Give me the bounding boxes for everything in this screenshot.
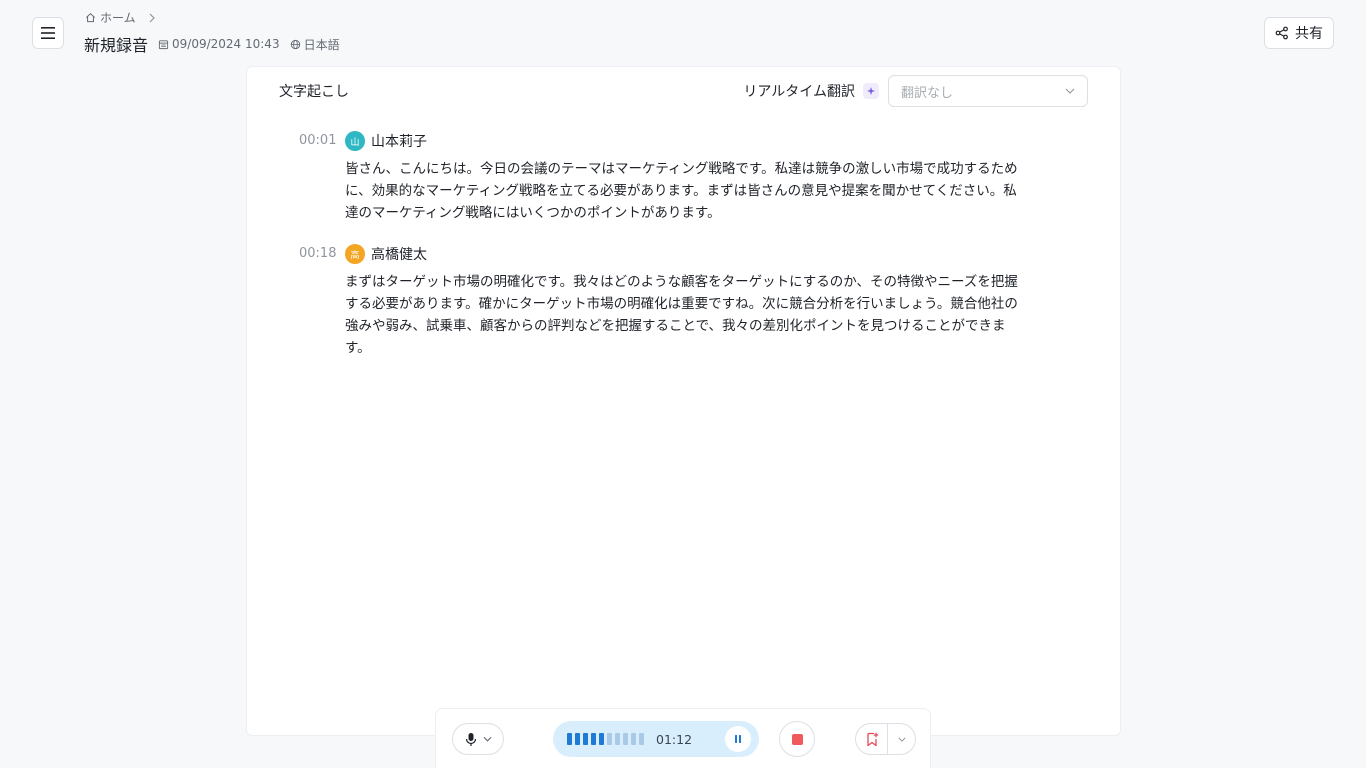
entry-timestamp[interactable]: 00:18 bbox=[299, 242, 345, 359]
bookmark-options-button[interactable] bbox=[888, 724, 915, 754]
level-bar bbox=[591, 733, 596, 745]
level-bar bbox=[599, 733, 604, 745]
add-bookmark-button[interactable] bbox=[856, 724, 888, 754]
speaker-avatar: 山 bbox=[345, 131, 365, 151]
bookmark-add-icon bbox=[866, 732, 878, 746]
level-bar bbox=[623, 733, 628, 745]
translation-select-value: 翻訳なし bbox=[901, 85, 954, 101]
pause-button[interactable] bbox=[725, 726, 751, 752]
ai-sparkle-icon bbox=[863, 83, 879, 99]
share-button[interactable]: 共有 bbox=[1264, 17, 1334, 49]
calendar-icon bbox=[158, 39, 169, 49]
recording-timer: 01:12 bbox=[656, 731, 693, 747]
level-bar bbox=[567, 733, 572, 745]
chevron-right-icon bbox=[149, 13, 155, 22]
home-icon bbox=[86, 12, 95, 23]
transcript-title: 文字起こし bbox=[279, 84, 349, 100]
speaker-name: 山本莉子 bbox=[371, 134, 427, 150]
level-bar bbox=[583, 733, 588, 745]
level-bar bbox=[575, 733, 580, 745]
recorder-controls: 01:12 bbox=[435, 708, 931, 768]
realtime-translation-label: リアルタイム翻訳 bbox=[743, 84, 855, 100]
recording-language-text: 日本語 bbox=[303, 37, 340, 52]
transcript-header: 文字起こし リアルタイム翻訳 翻訳なし bbox=[279, 75, 1088, 107]
transcript-panel: 文字起こし リアルタイム翻訳 翻訳なし 00:01 山 山本莉子 皆さん、こんに… bbox=[246, 66, 1121, 736]
stop-recording-button[interactable] bbox=[779, 721, 815, 757]
stop-icon bbox=[791, 733, 803, 745]
recording-language: 日本語 bbox=[290, 36, 340, 53]
globe-icon bbox=[290, 39, 300, 49]
breadcrumb: ホーム bbox=[85, 9, 156, 26]
bookmark-group bbox=[855, 723, 916, 755]
chevron-down-icon bbox=[1065, 88, 1075, 94]
recording-date: 09/09/2024 10:43 bbox=[158, 37, 280, 51]
hamburger-icon bbox=[41, 27, 55, 39]
level-bar bbox=[615, 733, 620, 745]
share-icon bbox=[1275, 26, 1288, 40]
page-title: 新規録音 bbox=[84, 36, 149, 55]
transcript-entry: 00:01 山 山本莉子 皆さん、こんにちは。今日の会議のテーマはマーケティング… bbox=[299, 129, 1019, 224]
transcript-list: 00:01 山 山本莉子 皆さん、こんにちは。今日の会議のテーマはマーケティング… bbox=[299, 129, 1019, 377]
share-label: 共有 bbox=[1295, 26, 1323, 42]
recording-date-text: 09/09/2024 10:43 bbox=[172, 37, 280, 51]
breadcrumb-home-link[interactable]: ホーム bbox=[100, 9, 136, 26]
recording-status: 01:12 bbox=[553, 721, 759, 757]
level-bar bbox=[631, 733, 636, 745]
chevron-down-icon bbox=[897, 737, 906, 742]
level-bar bbox=[607, 733, 612, 745]
speaker-avatar: 高 bbox=[345, 244, 365, 264]
translation-language-select[interactable]: 翻訳なし bbox=[888, 75, 1088, 107]
speaker: 山 山本莉子 bbox=[345, 129, 1019, 153]
speaker-name: 高橋健太 bbox=[371, 247, 427, 263]
utterance-text: 皆さん、こんにちは。今日の会議のテーマはマーケティング戦略です。私達は競争の激し… bbox=[345, 161, 1018, 221]
microphone-icon bbox=[465, 732, 476, 746]
entry-timestamp[interactable]: 00:01 bbox=[299, 129, 345, 224]
transcript-entry: 00:18 高 高橋健太 まずはターゲット市場の明確化です。我々はどのような顧客… bbox=[299, 242, 1019, 359]
audio-level-meter bbox=[567, 733, 644, 745]
speaker: 高 高橋健太 bbox=[345, 242, 1019, 266]
chevron-down-icon bbox=[483, 736, 491, 742]
title-row: 新規録音 09/09/2024 10:43 日本語 bbox=[84, 32, 340, 56]
utterance-text: まずはターゲット市場の明確化です。我々はどのような顧客をターゲットにするのか、そ… bbox=[345, 274, 1018, 356]
pause-icon bbox=[735, 735, 741, 743]
microphone-select-button[interactable] bbox=[452, 723, 504, 755]
menu-button[interactable] bbox=[32, 17, 64, 49]
level-bar bbox=[639, 733, 644, 745]
realtime-translation: リアルタイム翻訳 翻訳なし bbox=[743, 75, 1088, 107]
